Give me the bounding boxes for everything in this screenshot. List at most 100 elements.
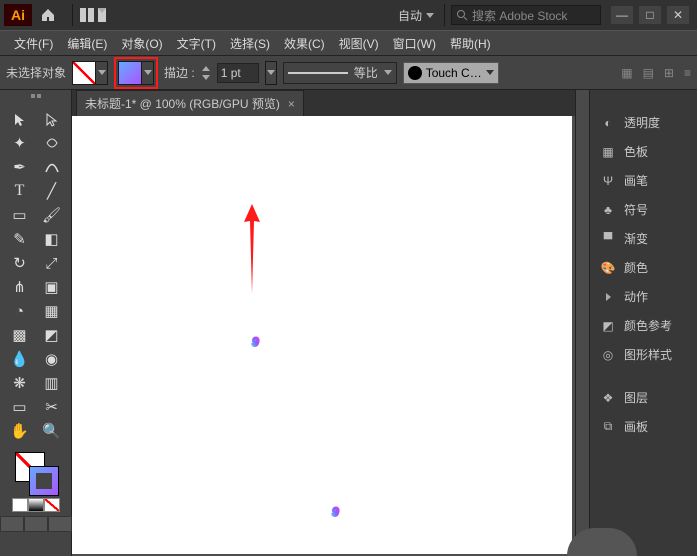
svg-text:9: 9 [332,505,339,519]
panel-colorguide[interactable]: ◩颜色参考 [590,311,697,340]
arrange-documents-icon[interactable] [79,5,107,25]
line-tool[interactable]: ╱ [36,180,68,202]
stroke-weight-input[interactable] [217,63,259,83]
minimize-button[interactable]: — [611,6,633,24]
maximize-button[interactable]: □ [639,6,661,24]
stroke-weight-dropdown[interactable] [265,61,277,85]
graphicstyles-icon: ◎ [600,347,616,363]
menu-help[interactable]: 帮助(H) [444,32,497,55]
fill-stroke-control[interactable] [11,450,61,494]
document-tab[interactable]: 未标题-1* @ 100% (RGB/GPU 预览) × [76,90,304,116]
width-tool[interactable]: ⋔ [4,276,36,298]
rotate-tool[interactable]: ↻ [4,252,36,274]
brush-definition-combo[interactable]: Touch C… [403,62,499,84]
none-mode[interactable] [44,498,60,512]
draw-normal[interactable] [0,516,24,532]
workspace-switcher[interactable]: 自动 [394,5,438,26]
scale-tool[interactable]: ⤢ [36,252,68,274]
magic-wand-tool[interactable]: ✦ [4,132,36,154]
artboard-tool[interactable]: ▭ [4,396,36,418]
transform-icon[interactable]: ▤ [643,66,654,80]
panel-swatches[interactable]: ▦色板 [590,137,697,166]
lasso-tool[interactable] [36,132,68,154]
options-icon[interactable]: ≡ [684,66,691,80]
menu-object[interactable]: 对象(O) [115,32,168,55]
toolbox-collapse[interactable] [22,94,50,104]
type-tool[interactable]: T [4,180,36,202]
stroke-indicator[interactable] [29,466,59,496]
menu-effect[interactable]: 效果(C) [278,32,331,55]
direct-selection-tool[interactable] [36,108,68,130]
color-mode-row [12,498,60,512]
eraser-tool[interactable]: ◧ [36,228,68,250]
panel-gradient[interactable]: ▀渐变 [590,224,697,253]
document-tabs: 未标题-1* @ 100% (RGB/GPU 预览) × [72,90,575,116]
colorguide-icon: ◩ [600,318,616,334]
canvas[interactable]: 9 9 [72,116,575,556]
menu-edit[interactable]: 编辑(E) [61,32,113,55]
app-logo: Ai [4,4,32,26]
panel-transparency[interactable]: ◐透明度 [590,108,697,137]
isolate-icon[interactable]: ⊞ [664,66,674,80]
fill-swatch[interactable] [72,61,96,85]
fill-dropdown[interactable] [96,61,108,85]
slice-tool[interactable]: ✂ [36,396,68,418]
panel-artboards[interactable]: ⧉画板 [590,412,697,441]
hand-tool[interactable]: ✋ [4,420,36,442]
panel-symbols[interactable]: ♣符号 [590,195,697,224]
profile-preview[interactable]: 等比 [283,62,397,84]
panel-color[interactable]: 🎨颜色 [590,253,697,282]
panel-layers[interactable]: ❖图层 [590,383,697,412]
draw-inside[interactable] [48,516,72,532]
home-icon[interactable] [38,5,58,25]
symbol-sprayer-tool[interactable]: ❋ [4,372,36,394]
eyedropper-tool[interactable]: 💧 [4,348,36,370]
curvature-tool[interactable] [36,156,68,178]
align-icon[interactable]: ▦ [621,66,632,80]
free-transform-tool[interactable]: ▣ [36,276,68,298]
panel-graphicstyles[interactable]: ◎图形样式 [590,340,697,369]
paintbrush-tool[interactable]: 🖌 [36,204,68,226]
shape-builder-tool[interactable]: ◔ [4,300,36,322]
tab-close-icon[interactable]: × [288,97,295,111]
shaper-tool[interactable]: ✎ [4,228,36,250]
zoom-tool[interactable]: 🔍 [36,420,68,442]
vertical-scrollbar[interactable] [575,90,589,556]
selection-status: 未选择对象 [6,64,66,81]
stroke-weight-stepper[interactable] [201,64,211,82]
perspective-tool[interactable]: ▦ [36,300,68,322]
artwork-nine-2: 9 [322,386,452,556]
scale-label: 等比 [354,64,378,81]
pen-tool[interactable]: ✒ [4,156,36,178]
stroke-label: 描边 : [164,64,195,81]
menu-select[interactable]: 选择(S) [224,32,276,55]
close-button[interactable]: ✕ [667,6,689,24]
transparency-icon: ◐ [600,115,616,131]
gradient-mode[interactable] [28,498,44,512]
screen-mode-row [0,516,72,532]
menu-file[interactable]: 文件(F) [8,32,59,55]
panel-actions[interactable]: 动作 [590,282,697,311]
menu-window[interactable]: 窗口(W) [387,32,442,55]
search-placeholder: 搜索 Adobe Stock [472,7,567,24]
menu-bar: 文件(F) 编辑(E) 对象(O) 文字(T) 选择(S) 效果(C) 视图(V… [0,30,697,56]
graph-tool[interactable]: ▥ [36,372,68,394]
panel-brushes[interactable]: Ψ画笔 [590,166,697,195]
separator [444,4,445,26]
menu-type[interactable]: 文字(T) [171,32,222,55]
rectangle-tool[interactable]: ▭ [4,204,36,226]
menu-view[interactable]: 视图(V) [333,32,385,55]
brushes-icon: Ψ [600,173,616,189]
blend-tool[interactable]: ◉ [36,348,68,370]
search-input[interactable]: 搜索 Adobe Stock [451,5,601,25]
stroke-dropdown[interactable] [142,61,154,85]
draw-behind[interactable] [24,516,48,532]
stroke-swatch[interactable] [118,61,142,85]
color-mode[interactable] [12,498,28,512]
gradient-tool[interactable]: ◩ [36,324,68,346]
symbols-icon: ♣ [600,202,616,218]
mesh-tool[interactable]: ▩ [4,324,36,346]
artwork-nine-1: 9 [242,216,372,386]
selection-tool[interactable] [4,108,36,130]
gradient-icon: ▀ [600,231,616,247]
